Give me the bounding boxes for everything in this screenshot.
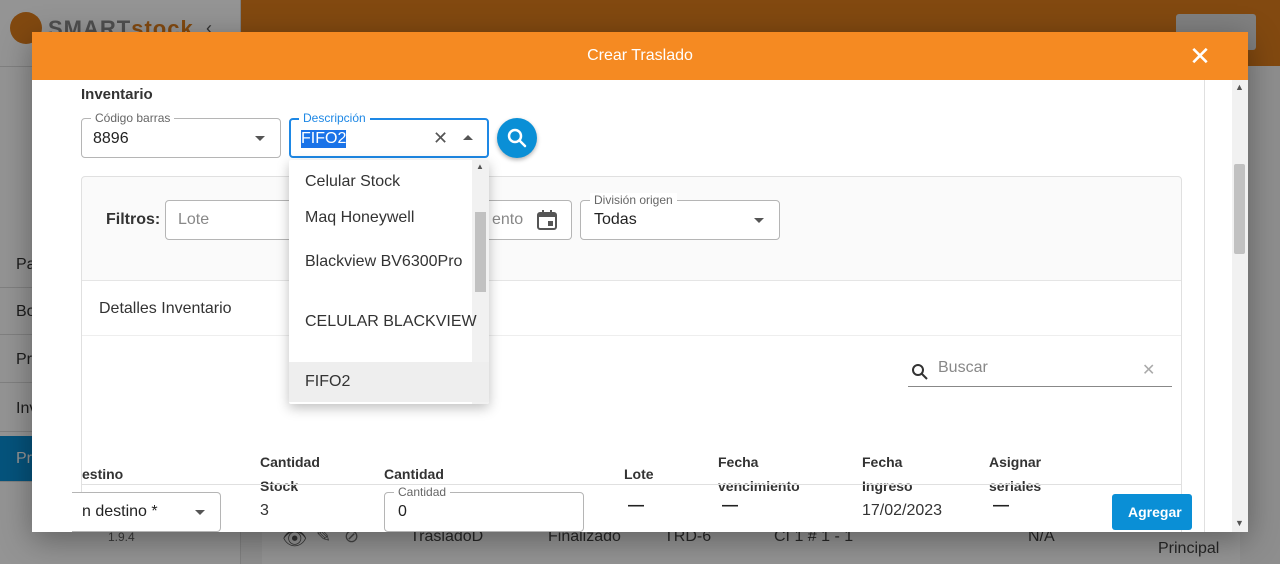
col-header-asignar-seriales[interactable]: Asignar seriales [989, 450, 1041, 498]
fecha-vencimiento-placeholder: ento [492, 211, 524, 228]
col-header-fecha-ingreso[interactable]: Fecha Ingreso [862, 450, 913, 498]
cantidad-label: Cantidad [394, 485, 451, 499]
search-icon [507, 128, 527, 148]
codigo-barras-label: Código barras [91, 111, 175, 125]
division-origen-label: División origen [590, 193, 677, 207]
modal-scrollbar[interactable] [1232, 80, 1248, 532]
descripcion-label: Descripción [299, 111, 370, 125]
fecha-ingreso-value: 17/02/2023 [862, 502, 943, 519]
descripcion-dropdown: ▲ ▼ Celular Stock Maq Honeywell Blackvie… [289, 160, 489, 404]
clear-icon[interactable]: ✕ [433, 128, 448, 149]
chevron-down-icon[interactable] [754, 218, 764, 223]
modal-scrollbar-thumb[interactable] [1234, 164, 1245, 254]
chevron-down-icon[interactable] [195, 510, 205, 515]
divider [82, 484, 1181, 485]
dropdown-option[interactable]: Blackview BV6300Pro [289, 242, 489, 298]
details-title: Detalles Inventario [99, 300, 232, 317]
scroll-down-arrow-icon[interactable]: ▼ [1235, 518, 1244, 528]
fecha-vencimiento-value: — [722, 497, 738, 514]
cantidad-value[interactable]: 0 [398, 503, 407, 521]
col-header-cantidad-stock[interactable]: Cantidad Stock [260, 450, 320, 498]
col-header-fecha-vencimiento[interactable]: Fecha vencimiento [718, 450, 800, 498]
table-search-input[interactable]: Buscar [938, 359, 988, 377]
seriales-value: — [993, 497, 1009, 514]
col-header-destino[interactable]: estino [82, 462, 123, 486]
divider [1204, 80, 1205, 532]
modal-title: Crear Traslado [587, 47, 693, 64]
col-header-lote[interactable]: Lote [624, 462, 654, 486]
chevron-up-icon[interactable] [463, 135, 473, 140]
chevron-down-icon[interactable] [255, 136, 265, 141]
dropdown-option-selected[interactable]: FIFO2 [289, 362, 489, 402]
codigo-barras-value: 8896 [93, 130, 129, 147]
scroll-up-arrow-icon[interactable]: ▲ [1235, 82, 1244, 92]
section-title: Inventario [81, 86, 153, 103]
stock-value: 3 [260, 502, 269, 519]
add-button[interactable]: Agregar [1112, 494, 1192, 530]
dropdown-option[interactable]: Maq Honeywell [289, 196, 489, 230]
lote-value: — [628, 497, 644, 514]
col-header-cantidad[interactable]: Cantidad [384, 462, 444, 486]
filters-label: Filtros: [106, 211, 161, 228]
modal-body: ▲ ▼ Inventario Código barras 8896 Descri… [32, 80, 1248, 532]
crear-traslado-modal: Crear Traslado ✕ ▲ ▼ Inventario Código b… [32, 32, 1248, 532]
descripcion-input[interactable]: FIFO2 [301, 130, 347, 148]
search-button[interactable] [497, 118, 537, 158]
destino-value: n destino * [82, 503, 158, 520]
divider [82, 335, 1181, 336]
dropdown-option[interactable]: Celular Stock [289, 160, 489, 194]
calendar-icon[interactable] [536, 209, 558, 236]
dropdown-option[interactable]: CELULAR BLACKVIEW [289, 302, 489, 358]
close-icon[interactable]: ✕ [1186, 42, 1214, 70]
lote-placeholder: Lote [178, 211, 210, 228]
search-icon [910, 362, 930, 387]
division-origen-value: Todas [594, 211, 637, 228]
clear-search-icon[interactable]: ✕ [1142, 360, 1155, 380]
